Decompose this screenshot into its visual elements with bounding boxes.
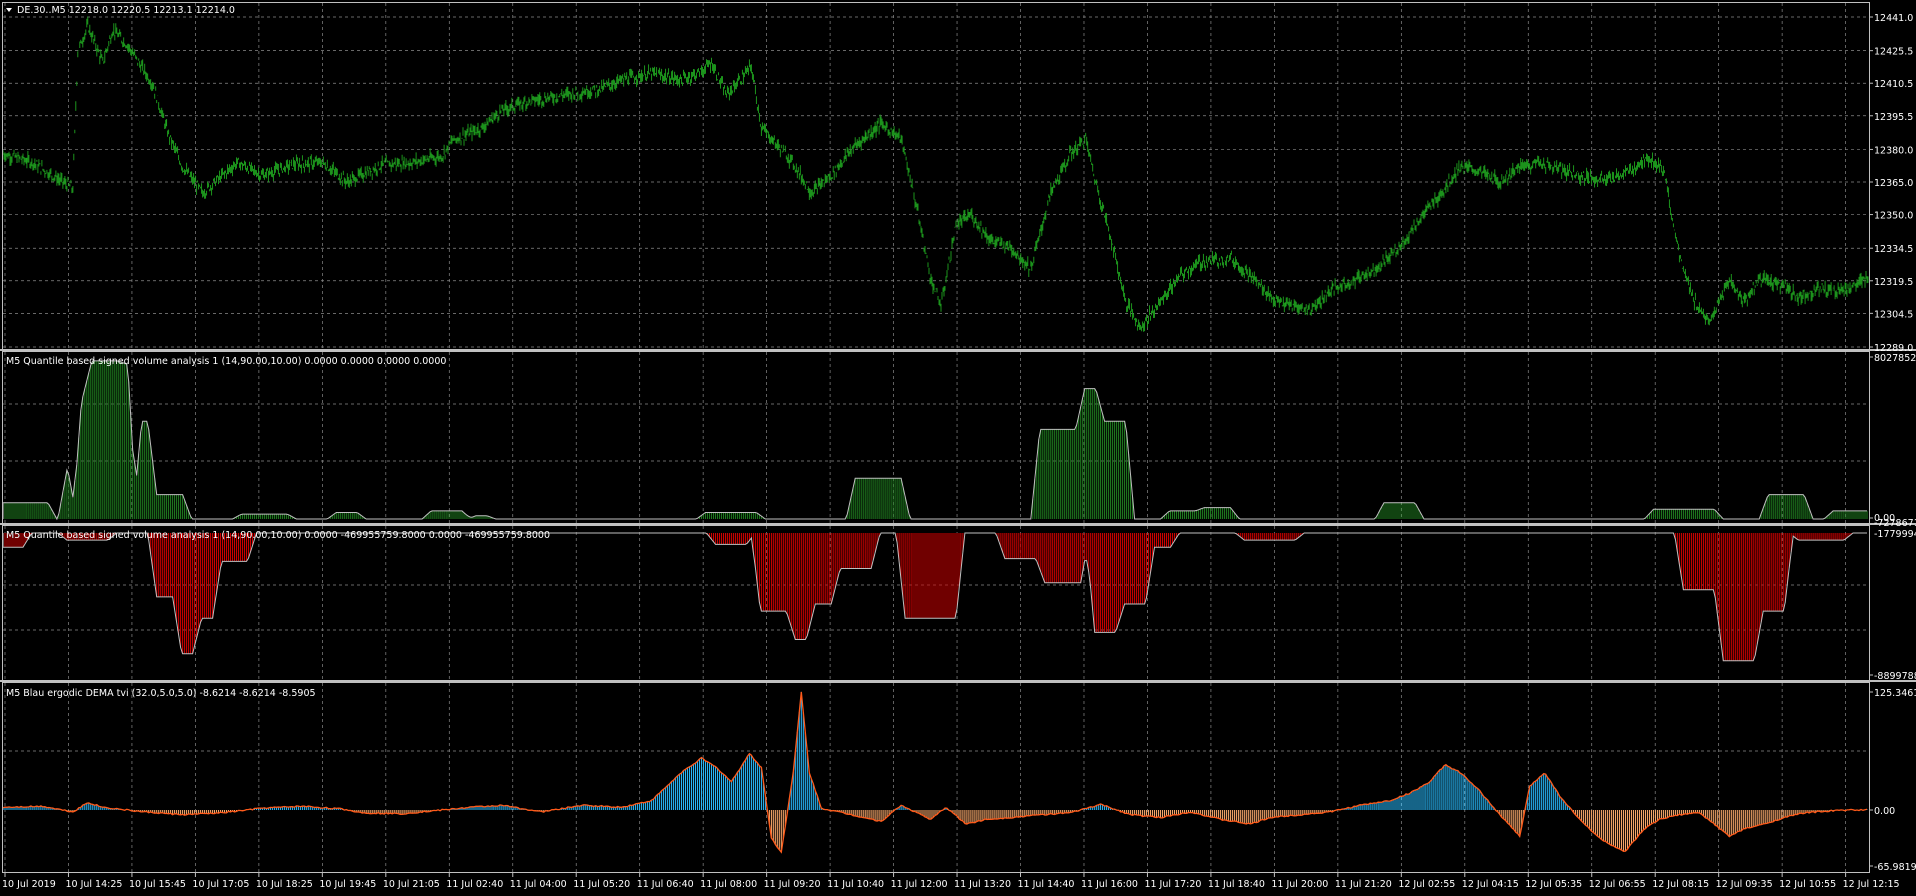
panel3-top-label: -7278671 [1874, 518, 1916, 529]
time-axis-label: 12 Jul 02:55 [1398, 879, 1455, 890]
panel4-zero-label: 0.00 [1874, 806, 1895, 817]
price-axis-label: 12410.5 [1874, 79, 1913, 90]
time-axis-label: 11 Jul 20:00 [1271, 879, 1328, 890]
time-axis-label: 11 Jul 09:20 [764, 879, 821, 890]
time-axis-label: 12 Jul 04:15 [1462, 879, 1519, 890]
price-axis-label: 12304.5 [1874, 309, 1913, 320]
time-axis-label: 11 Jul 14:40 [1018, 879, 1075, 890]
time-axis-label: 10 Jul 14:25 [65, 879, 122, 890]
time-axis-label: 11 Jul 05:20 [573, 879, 630, 890]
time-axis-label: 11 Jul 02:40 [446, 879, 503, 890]
time-axis-label: 11 Jul 04:00 [510, 879, 567, 890]
time-axis-label: 12 Jul 08:15 [1652, 879, 1709, 890]
panel4-bottom-label: -65.9819 [1874, 862, 1916, 873]
time-axis-label: 11 Jul 17:20 [1144, 879, 1201, 890]
time-axis-label: 10 Jul 15:45 [129, 879, 186, 890]
time-axis-label: 11 Jul 06:40 [637, 879, 694, 890]
time-axis-label: 11 Jul 13:20 [954, 879, 1011, 890]
time-axis-label: 10 Jul 2019 [2, 879, 56, 890]
panel3-title: M5 Quantile based signed volume analysis… [6, 530, 550, 541]
price-axis-label: 12441.0 [1874, 13, 1913, 24]
panel4-top-label: 125.3461 [1874, 688, 1916, 699]
price-axis-label: 12425.5 [1874, 47, 1913, 58]
time-axis-label: 10 Jul 17:05 [192, 879, 249, 890]
chart-background [0, 0, 1916, 896]
time-axis-label: 12 Jul 10:55 [1779, 879, 1836, 890]
price-axis-label: 12365.0 [1874, 178, 1913, 189]
price-axis-label: 12350.0 [1874, 211, 1913, 222]
trading-chart[interactable]: DE.30..M5 12218.0 12220.5 12213.1 12214.… [0, 0, 1916, 896]
time-axis-label: 11 Jul 16:00 [1081, 879, 1138, 890]
time-axis-label: 12 Jul 12:15 [1843, 879, 1900, 890]
panel3-top-label-2: -17799947 [1874, 529, 1916, 540]
panel2-title: M5 Quantile based signed volume analysis… [6, 356, 446, 367]
time-axis-label: 11 Jul 08:00 [700, 879, 757, 890]
time-axis-label: 10 Jul 18:25 [256, 879, 313, 890]
time-axis-label: 12 Jul 06:55 [1589, 879, 1646, 890]
price-axis-label: 12319.5 [1874, 277, 1913, 288]
panel2-top-label: 80278522 [1874, 353, 1916, 364]
price-axis-label: 12334.5 [1874, 244, 1913, 255]
time-axis-label: 12 Jul 05:35 [1525, 879, 1582, 890]
time-axis-label: 10 Jul 19:45 [319, 879, 376, 890]
time-axis-label: 10 Jul 21:05 [383, 879, 440, 890]
panel4-title: M5 Blau ergodic DEMA tvi (32.0,5.0,5.0) … [6, 688, 316, 699]
price-axis-label: 12395.5 [1874, 112, 1913, 123]
panel3-bottom-label: -88997889 [1874, 671, 1916, 682]
time-axis-label: 11 Jul 10:40 [827, 879, 884, 890]
time-axis-label: 11 Jul 18:40 [1208, 879, 1265, 890]
time-axis-label: 12 Jul 09:35 [1716, 879, 1773, 890]
time-axis-label: 11 Jul 12:00 [891, 879, 948, 890]
time-axis-label: 11 Jul 21:20 [1335, 879, 1392, 890]
main-panel-title: DE.30..M5 12218.0 12220.5 12213.1 12214.… [17, 5, 235, 16]
price-axis-label: 12380.0 [1874, 145, 1913, 156]
